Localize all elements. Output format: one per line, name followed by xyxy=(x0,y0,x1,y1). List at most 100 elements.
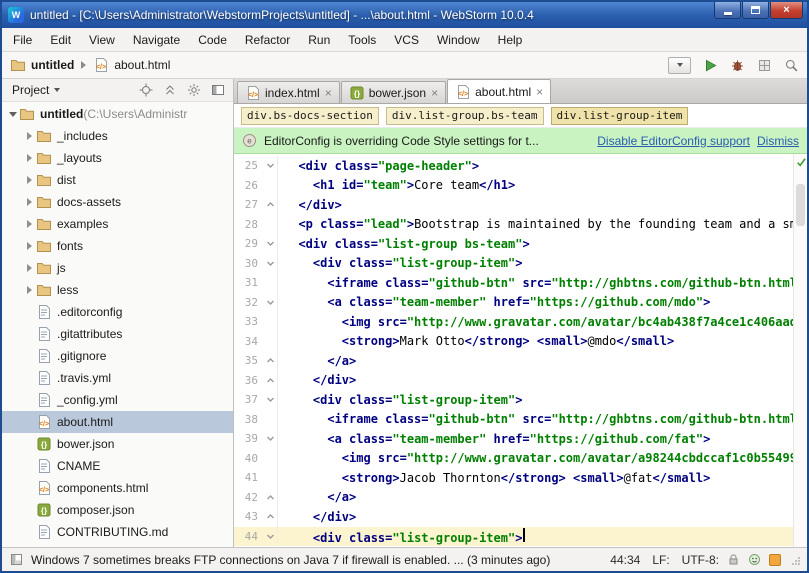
menu-window[interactable]: Window xyxy=(428,29,489,51)
tree-item-.gitignore[interactable]: .gitignore xyxy=(2,345,233,367)
tab-close-icon[interactable]: × xyxy=(325,87,332,99)
toolwindow-switcher-icon[interactable] xyxy=(10,553,23,566)
collapse-all-button[interactable] xyxy=(162,82,178,98)
code-line[interactable]: 31 <iframe class="github-btn" src="http:… xyxy=(234,273,793,293)
collapsed-arrow-icon[interactable] xyxy=(23,242,36,250)
expanded-arrow-icon[interactable] xyxy=(6,112,19,117)
fold-down-icon[interactable] xyxy=(264,293,278,313)
menu-view[interactable]: View xyxy=(80,29,124,51)
project-panel-title[interactable]: Project xyxy=(12,83,49,97)
hide-panel-button[interactable] xyxy=(210,82,226,98)
coverage-button[interactable] xyxy=(757,58,772,73)
fold-up-icon[interactable] xyxy=(264,507,278,527)
breadcrumb-tag[interactable]: div.list-group-item xyxy=(551,107,689,125)
maximize-button[interactable] xyxy=(742,2,769,19)
breadcrumb-tag[interactable]: div.list-group.bs-team xyxy=(386,107,544,125)
menu-tools[interactable]: Tools xyxy=(339,29,385,51)
tree-item-dist[interactable]: dist xyxy=(2,169,233,191)
code-line[interactable]: 26 <h1 id="team">Core team</h1> xyxy=(234,176,793,196)
menu-edit[interactable]: Edit xyxy=(41,29,80,51)
collapsed-arrow-icon[interactable] xyxy=(23,154,36,162)
tree-item-less[interactable]: less xyxy=(2,279,233,301)
code-lines[interactable]: 25 <div class="page-header">26 <h1 id="t… xyxy=(234,154,793,547)
menu-code[interactable]: Code xyxy=(189,29,236,51)
code-line[interactable]: 29 <div class="list-group bs-team"> xyxy=(234,234,793,254)
tree-item-docs-assets[interactable]: docs-assets xyxy=(2,191,233,213)
code-line[interactable]: 38 <iframe class="github-btn" src="http:… xyxy=(234,410,793,430)
tree-item-examples[interactable]: examples xyxy=(2,213,233,235)
fold-down-icon[interactable] xyxy=(264,429,278,449)
code-line[interactable]: 39 <a class="team-member" href="https://… xyxy=(234,429,793,449)
debug-bug-button[interactable] xyxy=(730,58,745,73)
fold-up-icon[interactable] xyxy=(264,371,278,391)
breadcrumb-tag[interactable]: div.bs-docs-section xyxy=(241,107,379,125)
tab-bower.json[interactable]: {}bower.json× xyxy=(341,81,446,103)
tree-item-js[interactable]: js xyxy=(2,257,233,279)
tree-item-CONTRIBUTING.md[interactable]: CONTRIBUTING.md xyxy=(2,521,233,543)
file-encoding-indicator[interactable]: UTF-8: xyxy=(682,553,719,567)
menu-vcs[interactable]: VCS xyxy=(385,29,428,51)
collapsed-arrow-icon[interactable] xyxy=(23,176,36,184)
status-message[interactable]: Windows 7 sometimes breaks FTP connectio… xyxy=(31,553,598,567)
tree-item-.travis.yml[interactable]: .travis.yml xyxy=(2,367,233,389)
fold-up-icon[interactable] xyxy=(264,195,278,215)
dismiss-link[interactable]: Dismiss xyxy=(757,134,799,148)
notification-badge[interactable] xyxy=(769,554,781,566)
code-line[interactable]: 37 <div class="list-group-item"> xyxy=(234,390,793,410)
code-line[interactable]: 34 <strong>Mark Otto</strong> <small>@md… xyxy=(234,332,793,352)
code-line[interactable]: 41 <strong>Jacob Thornton</strong> <smal… xyxy=(234,468,793,488)
tree-item-_config.yml[interactable]: _config.yml xyxy=(2,389,233,411)
fold-down-icon[interactable] xyxy=(264,234,278,254)
code-line[interactable]: 30 <div class="list-group-item"> xyxy=(234,254,793,274)
resize-grip-icon[interactable] xyxy=(789,554,801,566)
collapsed-arrow-icon[interactable] xyxy=(23,220,36,228)
menu-help[interactable]: Help xyxy=(489,29,532,51)
tab-close-icon[interactable]: × xyxy=(431,87,438,99)
menu-run[interactable]: Run xyxy=(299,29,339,51)
code-line[interactable]: 28 <p class="lead">Bootstrap is maintain… xyxy=(234,215,793,235)
tab-close-icon[interactable]: × xyxy=(536,86,543,98)
error-stripe-scrollbar[interactable] xyxy=(793,154,807,547)
menu-file[interactable]: File xyxy=(4,29,41,51)
tree-item-components.html[interactable]: </>components.html xyxy=(2,477,233,499)
tree-item-composer.json[interactable]: {}composer.json xyxy=(2,499,233,521)
search-icon[interactable] xyxy=(784,58,799,73)
code-line[interactable]: 33 <img src="http://www.gravatar.com/ava… xyxy=(234,312,793,332)
code-line[interactable]: 44 <div class="list-group-item"> xyxy=(234,527,793,547)
tree-item-fonts[interactable]: fonts xyxy=(2,235,233,257)
minimize-button[interactable] xyxy=(714,2,741,19)
scrollbar-thumb[interactable] xyxy=(796,184,805,226)
code-line[interactable]: 40 <img src="http://www.gravatar.com/ava… xyxy=(234,449,793,469)
code-line[interactable]: 32 <a class="team-member" href="https://… xyxy=(234,293,793,313)
tree-item-about.html[interactable]: </>about.html xyxy=(2,411,233,433)
hector-inspections-icon[interactable] xyxy=(748,553,761,566)
menu-refactor[interactable]: Refactor xyxy=(236,29,299,51)
tree-item-untitled[interactable]: untitled (C:\Users\Administr xyxy=(2,103,233,125)
menu-navigate[interactable]: Navigate xyxy=(124,29,189,51)
caret-position[interactable]: 44:34 xyxy=(610,553,640,567)
code-line[interactable]: 25 <div class="page-header"> xyxy=(234,156,793,176)
fold-down-icon[interactable] xyxy=(264,254,278,274)
tab-about.html[interactable]: </>about.html× xyxy=(447,79,551,103)
code-line[interactable]: 42 </a> xyxy=(234,488,793,508)
line-separator-indicator[interactable]: LF: xyxy=(652,553,669,567)
code-line[interactable]: 35 </a> xyxy=(234,351,793,371)
nav-breadcrumb-file[interactable]: about.html xyxy=(114,58,170,72)
code-line[interactable]: 43 </div> xyxy=(234,507,793,527)
tree-item-.editorconfig[interactable]: .editorconfig xyxy=(2,301,233,323)
run-button[interactable] xyxy=(703,58,718,73)
code-line[interactable]: 36 </div> xyxy=(234,371,793,391)
tree-item-_layouts[interactable]: _layouts xyxy=(2,147,233,169)
lock-icon[interactable] xyxy=(727,553,740,566)
fold-down-icon[interactable] xyxy=(264,156,278,176)
tab-index.html[interactable]: </>index.html× xyxy=(237,81,340,103)
tree-item-_includes[interactable]: _includes xyxy=(2,125,233,147)
tree-item-CNAME[interactable]: CNAME xyxy=(2,455,233,477)
collapsed-arrow-icon[interactable] xyxy=(23,198,36,206)
tree-item-bower.json[interactable]: {}bower.json xyxy=(2,433,233,455)
tree-item-.gitattributes[interactable]: .gitattributes xyxy=(2,323,233,345)
run-config-dropdown[interactable] xyxy=(668,57,691,74)
settings-gear-icon[interactable] xyxy=(186,82,202,98)
close-button[interactable]: × xyxy=(770,2,803,19)
fold-down-icon[interactable] xyxy=(264,527,278,547)
